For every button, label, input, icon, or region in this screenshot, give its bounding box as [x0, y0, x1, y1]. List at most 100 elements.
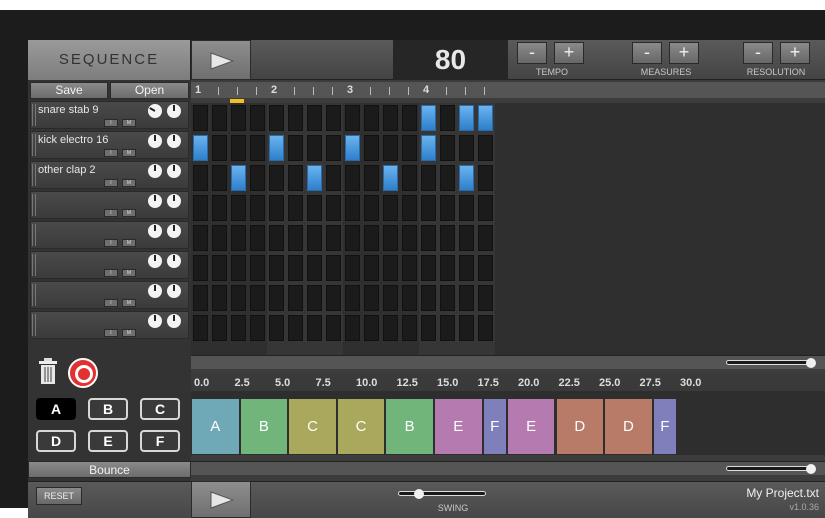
mute-button[interactable]: M	[122, 149, 136, 157]
step-cell[interactable]	[459, 135, 474, 161]
step-cell[interactable]	[383, 285, 398, 311]
song-block[interactable]: F	[483, 399, 506, 454]
track-row[interactable]: IM	[30, 251, 189, 279]
volume-knob[interactable]	[148, 314, 162, 328]
save-button[interactable]: Save	[30, 82, 108, 99]
step-cell[interactable]	[364, 285, 379, 311]
step-cell[interactable]	[288, 165, 303, 191]
step-cell-active[interactable]	[459, 165, 474, 191]
mute-button[interactable]: M	[122, 329, 136, 337]
step-cell[interactable]	[364, 225, 379, 251]
tempo-plus-button[interactable]: +	[554, 42, 584, 64]
drag-handle-icon[interactable]	[32, 284, 36, 306]
step-cell[interactable]	[212, 285, 227, 311]
step-cell[interactable]	[250, 195, 265, 221]
step-cell[interactable]	[459, 255, 474, 281]
mute-button[interactable]: M	[122, 179, 136, 187]
step-cell[interactable]	[231, 255, 246, 281]
pan-knob[interactable]	[167, 104, 181, 118]
pan-knob[interactable]	[167, 314, 181, 328]
volume-knob[interactable]	[148, 104, 162, 118]
step-cell[interactable]	[193, 165, 208, 191]
step-cell[interactable]	[383, 105, 398, 131]
step-cell[interactable]	[345, 255, 360, 281]
step-cell[interactable]	[193, 105, 208, 131]
pan-knob[interactable]	[167, 224, 181, 238]
track-row[interactable]: other clap 2 IM	[30, 161, 189, 189]
step-cell[interactable]	[250, 165, 265, 191]
step-cell[interactable]	[250, 225, 265, 251]
step-cell[interactable]	[440, 135, 455, 161]
step-cell[interactable]	[231, 105, 246, 131]
step-cell[interactable]	[345, 195, 360, 221]
step-cell[interactable]	[307, 315, 322, 341]
track-button-i[interactable]: I	[104, 209, 118, 217]
song-block[interactable]: D	[605, 399, 652, 454]
track-row[interactable]: IM	[30, 221, 189, 249]
step-cell[interactable]	[269, 255, 284, 281]
pattern-button-c[interactable]: C	[140, 398, 180, 420]
track-button-i[interactable]: I	[104, 239, 118, 247]
trash-icon[interactable]	[38, 358, 58, 384]
track-button-i[interactable]: I	[104, 179, 118, 187]
step-cell[interactable]	[307, 195, 322, 221]
pan-knob[interactable]	[167, 134, 181, 148]
step-cell[interactable]	[345, 285, 360, 311]
step-cell[interactable]	[326, 105, 341, 131]
step-cell[interactable]	[288, 315, 303, 341]
measures-plus-button[interactable]: +	[669, 42, 699, 64]
step-cell-active[interactable]	[421, 105, 436, 131]
step-cell[interactable]	[307, 105, 322, 131]
step-cell[interactable]	[364, 105, 379, 131]
step-cell[interactable]	[421, 195, 436, 221]
step-cell[interactable]	[402, 225, 417, 251]
step-cell[interactable]	[231, 135, 246, 161]
step-cell[interactable]	[402, 135, 417, 161]
step-cell-active[interactable]	[459, 105, 474, 131]
step-cell[interactable]	[326, 135, 341, 161]
pattern-button-b[interactable]: B	[88, 398, 128, 420]
step-cell[interactable]	[307, 225, 322, 251]
step-cell[interactable]	[269, 285, 284, 311]
song-zoom-slider[interactable]	[726, 466, 814, 471]
volume-knob[interactable]	[148, 134, 162, 148]
play-song-button[interactable]	[191, 481, 251, 518]
reset-button[interactable]: RESET	[36, 487, 82, 505]
resolution-minus-button[interactable]: -	[743, 42, 773, 64]
volume-knob[interactable]	[148, 254, 162, 268]
step-cell[interactable]	[364, 315, 379, 341]
step-cell[interactable]	[326, 165, 341, 191]
grid-zoom-slider[interactable]	[726, 360, 814, 365]
bounce-button[interactable]: Bounce	[28, 461, 191, 478]
step-cell[interactable]	[364, 255, 379, 281]
step-cell[interactable]	[231, 195, 246, 221]
play-pattern-button[interactable]	[191, 40, 251, 80]
step-cell[interactable]	[212, 135, 227, 161]
step-cell-active[interactable]	[193, 135, 208, 161]
step-cell[interactable]	[402, 165, 417, 191]
step-cell[interactable]	[345, 105, 360, 131]
step-cell[interactable]	[478, 285, 493, 311]
mute-button[interactable]: M	[122, 239, 136, 247]
step-cell[interactable]	[288, 225, 303, 251]
step-cell[interactable]	[288, 135, 303, 161]
step-cell[interactable]	[383, 315, 398, 341]
step-cell[interactable]	[212, 315, 227, 341]
drag-handle-icon[interactable]	[32, 314, 36, 336]
step-cell[interactable]	[269, 225, 284, 251]
track-row[interactable]: snare stab 9 IM	[30, 101, 189, 129]
step-cell[interactable]	[212, 165, 227, 191]
drag-handle-icon[interactable]	[32, 104, 36, 126]
record-button[interactable]	[68, 358, 98, 388]
track-button-i[interactable]: I	[104, 299, 118, 307]
step-cell[interactable]	[212, 195, 227, 221]
step-cell[interactable]	[440, 195, 455, 221]
step-cell[interactable]	[440, 255, 455, 281]
step-cell[interactable]	[269, 105, 284, 131]
song-block[interactable]: E	[507, 399, 555, 454]
drag-handle-icon[interactable]	[32, 194, 36, 216]
pan-knob[interactable]	[167, 284, 181, 298]
step-cell[interactable]	[250, 105, 265, 131]
step-cell-active[interactable]	[478, 105, 493, 131]
step-cell[interactable]	[212, 105, 227, 131]
